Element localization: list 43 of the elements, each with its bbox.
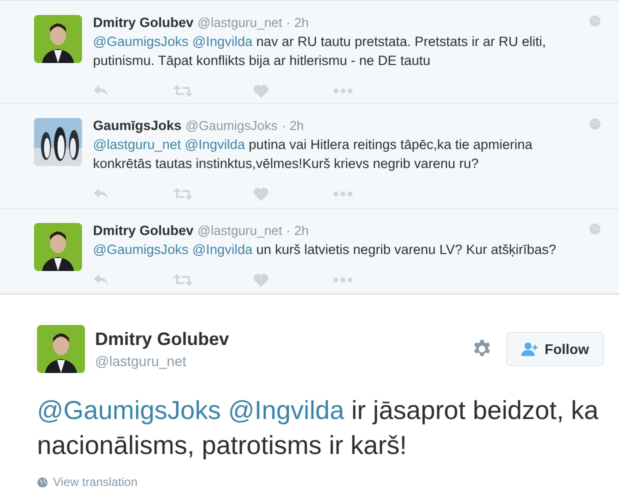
mention-link[interactable]: @Ingvilda bbox=[192, 34, 252, 49]
retweet-icon[interactable] bbox=[173, 273, 193, 287]
more-icon[interactable] bbox=[333, 277, 353, 283]
heart-icon[interactable] bbox=[253, 187, 269, 201]
follow-button[interactable]: Follow bbox=[506, 332, 604, 366]
globe-icon bbox=[37, 476, 48, 488]
more-icon[interactable] bbox=[333, 191, 353, 197]
user-handle[interactable]: @lastguru_net bbox=[198, 15, 282, 30]
timestamp[interactable]: · 2h bbox=[282, 118, 304, 133]
user-name[interactable]: Dmitry Golubev bbox=[93, 15, 194, 30]
user-name[interactable]: Dmitry Golubev bbox=[93, 223, 194, 238]
mention-link[interactable]: @Ingvilda bbox=[184, 137, 246, 152]
tweet-text: @GaumigsJoks @Ingvilda un kurš latvietis negrib varenu LV? Kur atšķirības? bbox=[93, 241, 558, 259]
view-translation-link[interactable]: View translation bbox=[37, 475, 138, 489]
globe-icon bbox=[589, 118, 601, 130]
more-icon[interactable] bbox=[333, 88, 353, 94]
tweet-text: @lastguru_net @Ingvilda putina vai Hitlera reitings tāpēc,ka tie apmierina konkrētās tautas instinktus,vēlmes!Kurš krievs negrib varenu ru? bbox=[93, 136, 534, 173]
add-user-icon bbox=[520, 342, 539, 356]
retweet-icon[interactable] bbox=[173, 84, 193, 98]
user-name[interactable]: GaumīgsJoks bbox=[93, 118, 182, 133]
reply-icon[interactable] bbox=[93, 84, 109, 98]
user-handle[interactable]: @GaumigsJoks bbox=[186, 118, 278, 133]
mention-link[interactable]: @Ingvilda bbox=[192, 242, 252, 257]
mention-link[interactable]: @lastguru_net bbox=[93, 137, 182, 152]
retweet-icon[interactable] bbox=[173, 187, 193, 201]
heart-icon[interactable] bbox=[253, 84, 269, 98]
reply-icon[interactable] bbox=[93, 187, 109, 201]
heart-icon[interactable] bbox=[253, 273, 269, 287]
mention-link[interactable]: @GaumigsJoks bbox=[93, 242, 188, 257]
timestamp[interactable]: · 2h bbox=[286, 223, 309, 238]
timestamp[interactable]: · 2h bbox=[286, 15, 309, 30]
user-handle[interactable]: @lastguru_net bbox=[95, 353, 472, 369]
mention-link[interactable]: @GaumigsJoks bbox=[93, 34, 188, 49]
settings-icon[interactable] bbox=[472, 339, 492, 359]
tweet-text: @GaumigsJoks @Ingvilda ir jāsaprot beidzot, ka nacionālisms, patrotisms ir karš! bbox=[37, 394, 600, 462]
tweet-text: @GaumigsJoks @Ingvilda nav ar RU tautu pretstata. Pretstats ir ar RU eliti, putinismu. Tāpat konflikts bija ar hitlerismu - ne DE tautu bbox=[93, 33, 547, 70]
user-handle[interactable]: @lastguru_net bbox=[198, 223, 282, 238]
mention-link[interactable]: @GaumigsJoks bbox=[37, 395, 221, 425]
reply-icon[interactable] bbox=[93, 273, 109, 287]
globe-icon bbox=[589, 223, 601, 235]
globe-icon bbox=[589, 15, 601, 27]
user-name[interactable]: Dmitry Golubev bbox=[95, 329, 472, 350]
mention-link[interactable]: @Ingvilda bbox=[228, 395, 344, 425]
